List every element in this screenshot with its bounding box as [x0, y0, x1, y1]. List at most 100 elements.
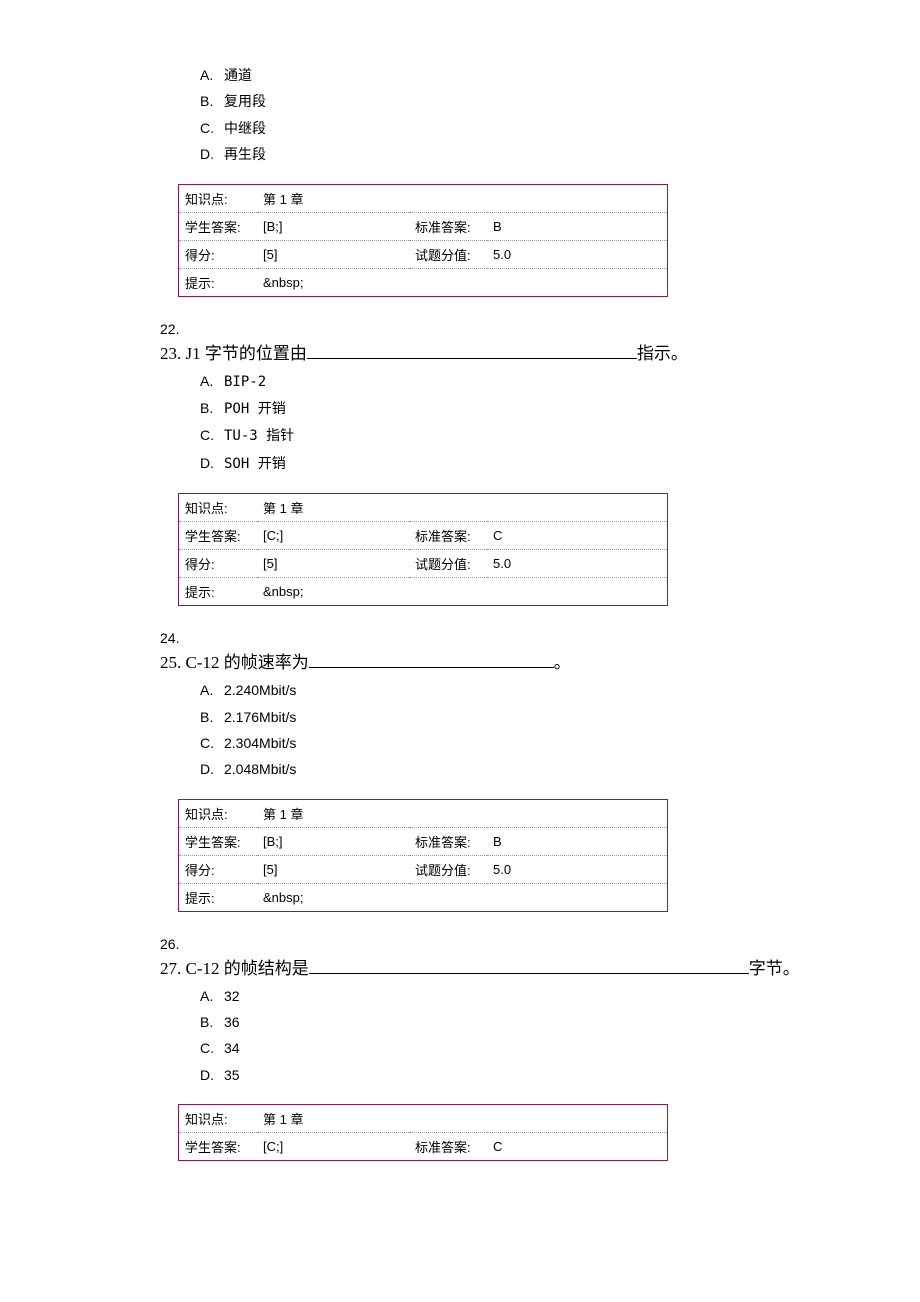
option-text: 2.240Mbit/s: [224, 682, 296, 698]
blank-line: [307, 341, 637, 359]
student-answer-value: [C;]: [257, 1133, 409, 1161]
option: D.35: [200, 1064, 890, 1086]
kp-label: 知识点:: [179, 1105, 258, 1133]
score-value: [5]: [257, 855, 409, 883]
correct-answer-label: 标准答案:: [409, 1133, 487, 1161]
header-suffix: 指示。: [637, 344, 688, 363]
option-text: BIP-2: [224, 374, 266, 390]
option-letter: A.: [200, 985, 224, 1007]
option: C.34: [200, 1037, 890, 1059]
option-letter: B.: [200, 90, 224, 112]
tip-label: 提示:: [179, 578, 258, 606]
question-27-header: 27. C-12 的帧结构是 字节。: [160, 954, 890, 979]
option-text: 34: [224, 1040, 240, 1056]
full-score-value: 5.0: [487, 855, 668, 883]
score-label: 得分:: [179, 550, 258, 578]
option: B.复用段: [200, 90, 890, 112]
option-letter: A.: [200, 679, 224, 701]
question-26-number: 26.: [160, 936, 890, 952]
option-letter: D.: [200, 758, 224, 780]
option: A.BIP-2: [200, 370, 890, 393]
option: A.通道: [200, 64, 890, 86]
option: C.2.304Mbit/s: [200, 732, 890, 754]
option: A.2.240Mbit/s: [200, 679, 890, 701]
kp-label: 知识点:: [179, 184, 258, 212]
header-prefix: 27. C-12 的帧结构是: [160, 959, 309, 978]
student-answer-value: [B;]: [257, 827, 409, 855]
tip-value: &nbsp;: [257, 578, 668, 606]
option-letter: A.: [200, 370, 224, 392]
header-prefix: 25. C-12 的帧速率为: [160, 653, 309, 672]
option: D.2.048Mbit/s: [200, 758, 890, 780]
option-letter: C.: [200, 732, 224, 754]
question-21-options: A.通道 B.复用段 C.中继段 D.再生段: [200, 64, 890, 166]
score-value: [5]: [257, 240, 409, 268]
correct-answer-value: C: [487, 522, 668, 550]
question-23-options: A.BIP-2 B.POH 开销 C.TU-3 指针 D.SOH 开销: [200, 370, 890, 476]
option-text: 中继段: [224, 120, 266, 136]
question-25-options: A.2.240Mbit/s B.2.176Mbit/s C.2.304Mbit/…: [200, 679, 890, 781]
option: C.TU-3 指针: [200, 424, 890, 447]
option-letter: C.: [200, 424, 224, 446]
correct-answer-label: 标准答案:: [409, 827, 487, 855]
option-letter: B.: [200, 1011, 224, 1033]
question-21-info: 知识点: 第 1 章 学生答案: [B;] 标准答案: B 得分: [5] 试题…: [178, 184, 668, 297]
option-text: TU-3 指针: [224, 428, 294, 444]
kp-label: 知识点:: [179, 494, 258, 522]
full-score-value: 5.0: [487, 240, 668, 268]
option-letter: B.: [200, 706, 224, 728]
correct-answer-label: 标准答案:: [409, 522, 487, 550]
option-text: 2.304Mbit/s: [224, 735, 296, 751]
kp-value: 第 1 章: [257, 184, 409, 212]
tip-label: 提示:: [179, 268, 258, 296]
option-letter: A.: [200, 64, 224, 86]
tip-label: 提示:: [179, 883, 258, 911]
option-text: POH 开销: [224, 401, 286, 417]
score-label: 得分:: [179, 855, 258, 883]
question-25-header: 25. C-12 的帧速率为 。: [160, 648, 890, 673]
header-prefix: 23. J1 字节的位置由: [160, 344, 307, 363]
score-label: 得分:: [179, 240, 258, 268]
full-score-value: 5.0: [487, 550, 668, 578]
tip-value: &nbsp;: [257, 268, 668, 296]
kp-value: 第 1 章: [257, 799, 409, 827]
question-23-info: 知识点: 第 1 章 学生答案: [C;] 标准答案: C 得分: [5] 试题…: [178, 493, 668, 606]
student-answer-label: 学生答案:: [179, 1133, 258, 1161]
blank-line: [309, 650, 554, 668]
correct-answer-label: 标准答案:: [409, 212, 487, 240]
question-24-number: 24.: [160, 630, 890, 646]
option-text: 2.176Mbit/s: [224, 709, 296, 725]
option-text: 2.048Mbit/s: [224, 761, 296, 777]
kp-label: 知识点:: [179, 799, 258, 827]
option-letter: C.: [200, 117, 224, 139]
kp-value: 第 1 章: [257, 1105, 409, 1133]
option: C.中继段: [200, 117, 890, 139]
option: D.SOH 开销: [200, 452, 890, 475]
question-27-info: 知识点: 第 1 章 学生答案: [C;] 标准答案: C: [178, 1104, 668, 1161]
option-text: 通道: [224, 67, 252, 83]
option-text: 复用段: [224, 93, 266, 109]
option-letter: D.: [200, 143, 224, 165]
header-suffix: 字节。: [749, 959, 800, 978]
student-answer-value: [C;]: [257, 522, 409, 550]
correct-answer-value: B: [487, 827, 668, 855]
option: B.POH 开销: [200, 397, 890, 420]
option: D.再生段: [200, 143, 890, 165]
option-text: 再生段: [224, 146, 266, 162]
kp-value: 第 1 章: [257, 494, 409, 522]
option-letter: D.: [200, 1064, 224, 1086]
student-answer-label: 学生答案:: [179, 212, 258, 240]
option-letter: B.: [200, 397, 224, 419]
option-letter: D.: [200, 452, 224, 474]
question-25-info: 知识点: 第 1 章 学生答案: [B;] 标准答案: B 得分: [5] 试题…: [178, 799, 668, 912]
option-text: SOH 开销: [224, 456, 286, 472]
full-score-label: 试题分值:: [409, 240, 487, 268]
question-22-number: 22.: [160, 321, 890, 337]
option-text: 32: [224, 988, 240, 1004]
header-suffix: 。: [554, 653, 571, 672]
option: B.36: [200, 1011, 890, 1033]
option-letter: C.: [200, 1037, 224, 1059]
correct-answer-value: C: [487, 1133, 668, 1161]
option: A.32: [200, 985, 890, 1007]
full-score-label: 试题分值:: [409, 855, 487, 883]
